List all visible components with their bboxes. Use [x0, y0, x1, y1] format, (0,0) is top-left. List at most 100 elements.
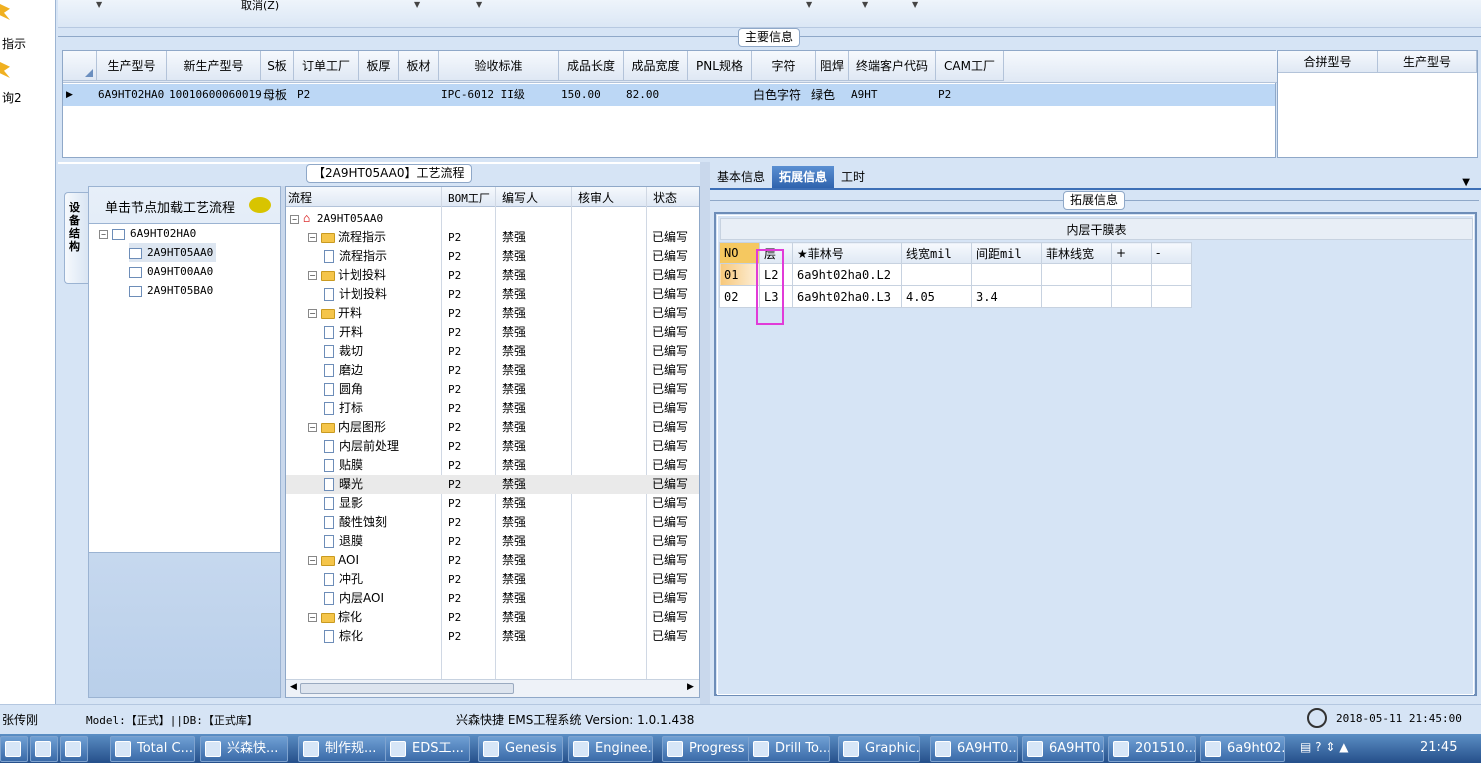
tree-node[interactable]: 2A9HT05BA0 [129, 281, 213, 300]
col-header[interactable]: 成品宽度 [624, 51, 688, 81]
cell-minus[interactable] [1151, 263, 1192, 286]
cell-new-model[interactable]: 10010600060019 [169, 84, 262, 106]
process-row[interactable]: − 计划投料 P2 禁强 已编写 [286, 266, 699, 285]
dropdown-arrow-icon[interactable]: ▼ [96, 0, 102, 9]
process-row[interactable]: 棕化 P2 禁强 已编写 [286, 627, 699, 646]
col-header[interactable]: BOM工厂 [448, 190, 490, 206]
left-item-2[interactable]: 询2 [2, 89, 22, 106]
col-header[interactable]: 编写人 [502, 189, 538, 206]
taskbar-clock[interactable]: 21:45 [1420, 740, 1457, 755]
table-row[interactable]: ▶ 6A9HT02HA0 10010600060019 母板 P2 IPC-60… [63, 84, 1275, 106]
col-header[interactable]: NO [719, 242, 760, 264]
process-row[interactable]: 曝光 P2 禁强 已编写 [286, 475, 699, 494]
cell-plus[interactable] [1111, 263, 1152, 286]
col-header[interactable]: 核审人 [578, 189, 614, 206]
dropdown-arrow-icon[interactable]: ▼ [862, 0, 868, 9]
col-header[interactable]: 生产型号 [97, 51, 167, 81]
left-item-1[interactable]: 指示 [2, 35, 26, 52]
tray-icons[interactable]: ▤ ? ⇕ ▲ [1300, 740, 1348, 754]
process-row[interactable]: 开料 P2 禁强 已编写 [286, 323, 699, 342]
table-row[interactable]: 02 L3 6a9ht02ha0.L3 4.05 3.4 [719, 285, 1192, 308]
col-header[interactable]: 验收标准 [439, 51, 559, 81]
tree-node[interactable]: −6A9HT02HA0 [99, 224, 196, 243]
col-header[interactable]: 阻焊 [816, 51, 849, 81]
h-scrollbar[interactable]: ◀ ▶ [286, 679, 699, 697]
col-header[interactable]: PNL规格 [688, 51, 752, 81]
taskbar-button[interactable]: ail [0, 736, 28, 762]
tree-node[interactable]: 0A9HT00AA0 [129, 262, 213, 281]
cell-cam[interactable]: P2 [938, 84, 951, 106]
cell-customer[interactable]: A9HT [851, 84, 878, 106]
col-header[interactable]: 状态 [653, 189, 677, 206]
col-header[interactable]: - [1151, 242, 1192, 264]
process-row[interactable]: − AOI P2 禁强 已编写 [286, 551, 699, 570]
process-row[interactable]: − 开料 P2 禁强 已编写 [286, 304, 699, 323]
process-row[interactable]: 显影 P2 禁强 已编写 [286, 494, 699, 513]
tab-menu-icon[interactable]: ▼ [1455, 172, 1477, 194]
process-row[interactable]: − 流程指示 P2 禁强 已编写 [286, 228, 699, 247]
taskbar-button[interactable]: 6A9HT0... [1022, 736, 1104, 762]
cell-model[interactable]: 6A9HT02HA0 [98, 84, 164, 106]
cell-mask[interactable]: 绿色 [811, 84, 835, 106]
taskbar-button[interactable]: 兴森快... [200, 736, 288, 762]
tab-ext-info[interactable]: 拓展信息 [772, 166, 835, 188]
cell-film-width[interactable] [1041, 263, 1112, 286]
taskbar-button[interactable] [60, 736, 88, 762]
col-header[interactable]: 流程 [288, 189, 312, 206]
col-header[interactable]: 间距mil [971, 242, 1042, 264]
col-header[interactable]: 订单工厂 [294, 51, 359, 81]
col-header[interactable]: 字符 [752, 51, 816, 81]
cell-minus[interactable] [1151, 285, 1192, 308]
tree-root[interactable]: − ⌂ 2A9HT05AA0 [290, 209, 383, 228]
col-header[interactable]: 板厚 [359, 51, 399, 81]
col-header[interactable]: 新生产型号 [167, 51, 261, 81]
taskbar-button[interactable]: 6A9HT0... [930, 736, 1018, 762]
col-header[interactable]: 线宽mil [901, 242, 972, 264]
col-header[interactable]: 合拼型号 [1278, 51, 1378, 73]
cell-length[interactable]: 150.00 [561, 84, 601, 106]
chat-bubble-icon[interactable] [249, 197, 271, 213]
taskbar-button[interactable]: Drill To... [748, 736, 830, 762]
process-row[interactable]: 退膜 P2 禁强 已编写 [286, 532, 699, 551]
process-row[interactable]: 裁切 P2 禁强 已编写 [286, 342, 699, 361]
col-header[interactable]: CAM工厂 [936, 51, 1004, 81]
col-header[interactable]: 板材 [399, 51, 439, 81]
col-header[interactable]: 终端客户代码 [849, 51, 936, 81]
scroll-left-icon[interactable]: ◀ [290, 682, 297, 692]
process-row[interactable]: 贴膜 P2 禁强 已编写 [286, 456, 699, 475]
taskbar-button[interactable]: Enginee... [568, 736, 653, 762]
process-row[interactable]: 打标 P2 禁强 已编写 [286, 399, 699, 418]
process-row[interactable]: 内层AOI P2 禁强 已编写 [286, 589, 699, 608]
dropdown-arrow-icon[interactable]: ▼ [476, 0, 482, 9]
taskbar-button[interactable]: Progress [662, 736, 750, 762]
cell-width[interactable]: 82.00 [626, 84, 659, 106]
cell-film-width[interactable] [1041, 285, 1112, 308]
col-header[interactable]: 成品长度 [559, 51, 624, 81]
col-header[interactable]: S板 [261, 51, 294, 81]
cell-char[interactable]: 白色字符 [753, 84, 801, 106]
taskbar-button[interactable]: Total C... [110, 736, 195, 762]
cell-no[interactable]: 01 [719, 263, 760, 286]
process-row[interactable]: 酸性蚀刻 P2 禁强 已编写 [286, 513, 699, 532]
taskbar-button[interactable]: Graphic... [838, 736, 920, 762]
splitter[interactable] [700, 162, 710, 704]
col-header[interactable]: 菲林线宽 [1041, 242, 1112, 264]
cell-no[interactable]: 02 [719, 285, 760, 308]
taskbar-button[interactable]: 201510... [1108, 736, 1196, 762]
process-row[interactable]: 磨边 P2 禁强 已编写 [286, 361, 699, 380]
taskbar-button[interactable]: Genesis [478, 736, 563, 762]
cell-s-board[interactable]: 母板 [263, 84, 287, 106]
cell-standard[interactable]: IPC-6012 II级 [441, 84, 525, 106]
cell-spacing[interactable]: 3.4 [971, 285, 1042, 308]
process-row[interactable]: 计划投料 P2 禁强 已编写 [286, 285, 699, 304]
col-header[interactable]: ★菲林号 [792, 242, 902, 264]
taskbar-button[interactable]: EDS工... [385, 736, 470, 762]
process-row[interactable]: 流程指示 P2 禁强 已编写 [286, 247, 699, 266]
dropdown-arrow-icon[interactable]: ▼ [806, 0, 812, 9]
process-row[interactable]: 圆角 P2 禁强 已编写 [286, 380, 699, 399]
tree-node-selected[interactable]: 2A9HT05AA0 [129, 243, 217, 262]
table-row[interactable]: 01 L2 6a9ht02ha0.L2 [719, 263, 1192, 286]
process-row[interactable]: 冲孔 P2 禁强 已编写 [286, 570, 699, 589]
col-header[interactable]: + [1111, 242, 1152, 264]
cell-line-width[interactable]: 4.05 [901, 285, 972, 308]
